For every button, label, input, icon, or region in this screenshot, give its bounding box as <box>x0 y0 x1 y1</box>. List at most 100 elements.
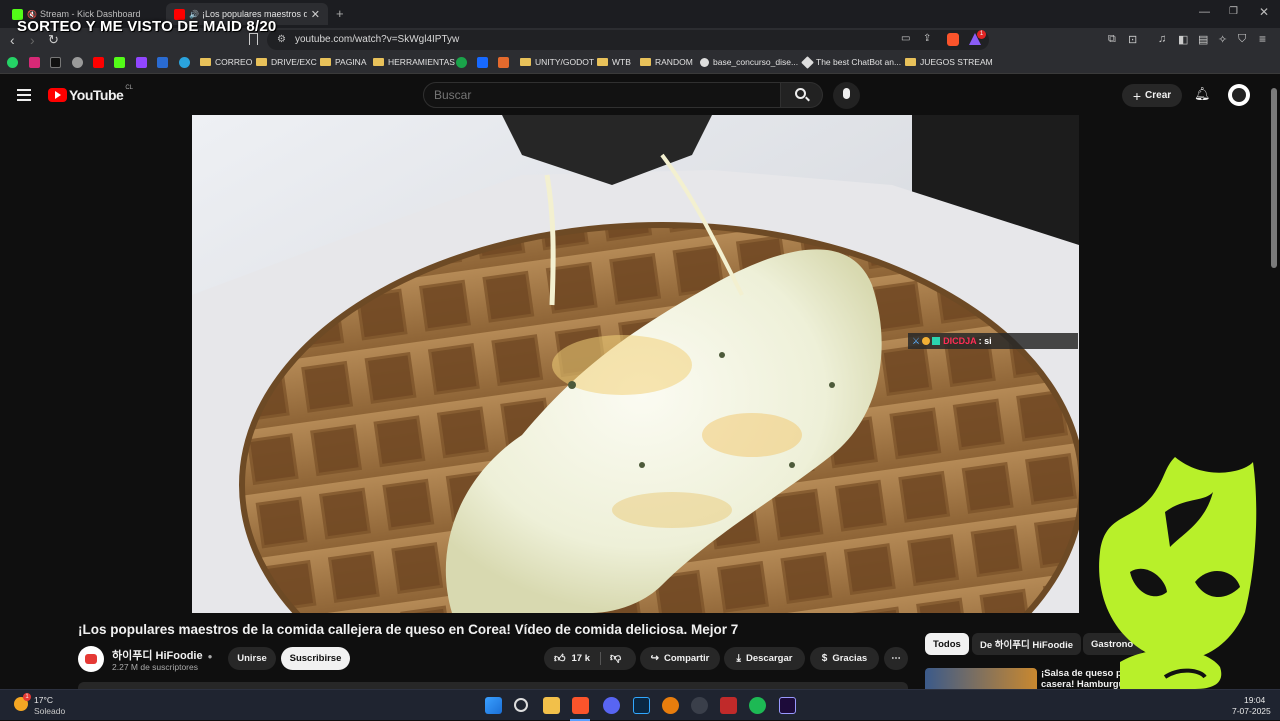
spotify-icon[interactable] <box>749 697 766 714</box>
bookmark-random[interactable]: RANDOM <box>640 57 693 67</box>
notifications-bell-icon[interactable]: 🔔︎ <box>1194 86 1211 102</box>
bookmark-herramientas[interactable]: HERRAMIENTAS <box>373 57 455 67</box>
bookmark-drive[interactable]: DRIVE/EXC <box>256 57 317 67</box>
hamburger-menu-icon[interactable] <box>17 89 31 101</box>
app-icon[interactable] <box>720 697 737 714</box>
address-field[interactable]: ⚙ youtube.com/watch?v=SkWgl4IPTyw ▭ ⇪ 1 <box>267 30 989 50</box>
telegram-icon[interactable] <box>179 57 190 68</box>
instagram-icon[interactable] <box>29 57 40 68</box>
microphone-icon <box>843 88 850 99</box>
join-button[interactable]: Unirse <box>228 647 276 670</box>
create-button[interactable]: + Crear <box>1122 84 1182 107</box>
feedly-icon[interactable] <box>456 57 467 68</box>
folder-icon <box>597 58 608 66</box>
download-icon: ⤓ <box>736 653 741 664</box>
bookmark-juegos-stream[interactable]: JUEGOS STREAM <box>905 57 993 67</box>
subscribe-button[interactable]: Suscribirse <box>281 647 350 670</box>
photoshop-icon[interactable] <box>633 697 650 714</box>
youtube-header: YouTube CL + Crear 🔔︎ <box>0 75 1280 115</box>
share-button[interactable]: ↪ Compartir <box>640 647 720 670</box>
stream-chat-message: ⚔ DICDJA : si <box>908 333 1078 349</box>
folder-icon <box>640 58 651 66</box>
cast-icon[interactable]: ▭ <box>901 33 910 44</box>
weather-badge: 1 <box>23 693 31 701</box>
dislike-icon[interactable]: 👎︎ <box>610 651 621 664</box>
search-taskbar-icon[interactable] <box>514 698 528 712</box>
whatsapp-icon[interactable] <box>7 57 18 68</box>
behance-icon[interactable] <box>477 57 488 68</box>
like-count[interactable]: 17 k <box>572 653 591 664</box>
bookmark-wtb[interactable]: WTB <box>597 57 631 67</box>
weather-temperature[interactable]: 17°C <box>34 695 53 705</box>
chip-from-channel[interactable]: De 하이푸디 HiFoodie <box>972 633 1082 655</box>
thanks-button[interactable]: $ Gracias <box>810 647 879 670</box>
bookmark-unity-godot[interactable]: UNITY/GODOT <box>520 57 594 67</box>
bookmark-base-concurso[interactable]: base_concurso_dise... <box>700 57 798 67</box>
clock-date[interactable]: 7-07-2025 <box>1232 706 1271 716</box>
search-input[interactable] <box>434 88 754 102</box>
youtube-icon[interactable] <box>93 57 104 68</box>
youtube-logo[interactable]: YouTube CL <box>48 85 133 103</box>
paypal-icon[interactable] <box>157 57 168 68</box>
extensions-icon[interactable]: ⧉ <box>1108 33 1116 46</box>
tab-search-icon[interactable]: ⊡ <box>1128 33 1137 46</box>
menu-icon[interactable]: ≡ <box>1259 32 1266 46</box>
sword-badge-icon: ⚔ <box>912 335 921 346</box>
account-avatar[interactable] <box>1228 84 1250 106</box>
discord-icon[interactable] <box>603 697 620 714</box>
leo-ai-icon[interactable]: ✧ <box>1218 33 1227 46</box>
premiere-icon[interactable] <box>779 697 796 714</box>
itch-icon[interactable] <box>498 57 509 68</box>
media-icon[interactable]: ♫ <box>1158 33 1166 45</box>
brave-browser-icon[interactable] <box>572 697 589 714</box>
chat-text: : si <box>978 336 992 346</box>
bookmark-correo[interactable]: CORREO <box>200 57 252 67</box>
back-icon[interactable]: ‹ <box>10 32 15 48</box>
bookmark-chatbot[interactable]: The best ChatBot an... <box>801 55 901 69</box>
folder-icon <box>320 58 331 66</box>
x-icon[interactable] <box>50 57 61 68</box>
related-video-thumbnail[interactable] <box>925 668 1037 689</box>
share-icon[interactable]: ⇪ <box>923 33 931 44</box>
vpn-icon[interactable]: ⛉ <box>1238 33 1246 46</box>
minimize-icon[interactable]: — <box>1199 6 1210 18</box>
search-button[interactable] <box>781 82 823 108</box>
like-dislike-group: 👍︎ 17 k 👎︎ <box>544 647 636 670</box>
twitch-icon[interactable] <box>136 57 147 68</box>
brave-shields-icon[interactable] <box>947 33 959 46</box>
youtube-play-icon <box>48 88 67 102</box>
kick-icon[interactable] <box>114 57 125 68</box>
windows-start-icon[interactable] <box>485 697 502 714</box>
sidebar-icon[interactable]: ◧ <box>1178 33 1188 46</box>
page-scrollbar[interactable] <box>1271 88 1277 268</box>
video-frame-image <box>192 115 1079 613</box>
download-button[interactable]: ⤓ Descargar <box>724 647 805 670</box>
new-tab-button[interactable]: + <box>336 6 344 21</box>
chip-todos[interactable]: Todos <box>925 633 969 655</box>
subscriber-count: 2.27 M de suscriptores <box>112 662 198 672</box>
file-explorer-icon[interactable] <box>543 697 560 714</box>
wallet-icon[interactable]: ▤ <box>1198 33 1208 46</box>
site-settings-icon[interactable]: ⚙ <box>277 34 286 45</box>
share-arrow-icon: ↪ <box>650 653 659 664</box>
weather-description[interactable]: Soleado <box>34 706 65 716</box>
search-box[interactable] <box>423 82 781 108</box>
blender-icon[interactable] <box>662 697 679 714</box>
channel-avatar[interactable] <box>78 646 104 672</box>
apple-icon[interactable] <box>72 57 83 68</box>
obs-icon[interactable] <box>691 697 708 714</box>
restore-icon[interactable]: ❐ <box>1229 6 1238 17</box>
site-icon <box>801 55 814 69</box>
url-text[interactable]: youtube.com/watch?v=SkWgl4IPTyw <box>295 34 459 45</box>
notification-badge: 1 <box>977 30 986 39</box>
site-icon <box>700 57 709 67</box>
voice-search-button[interactable] <box>833 82 860 109</box>
clock-time[interactable]: 19:04 <box>1244 695 1265 705</box>
video-player[interactable] <box>192 115 1079 613</box>
channel-name[interactable]: 하이푸디 HiFoodie ● <box>112 647 213 663</box>
close-window-icon[interactable]: ✕ <box>1259 5 1269 19</box>
more-actions-icon[interactable]: ⋯ <box>884 647 908 670</box>
close-tab-icon[interactable]: ✕ <box>311 8 320 21</box>
bookmark-pagina[interactable]: PAGINA <box>320 57 367 67</box>
like-icon[interactable]: 👍︎ <box>554 652 566 665</box>
